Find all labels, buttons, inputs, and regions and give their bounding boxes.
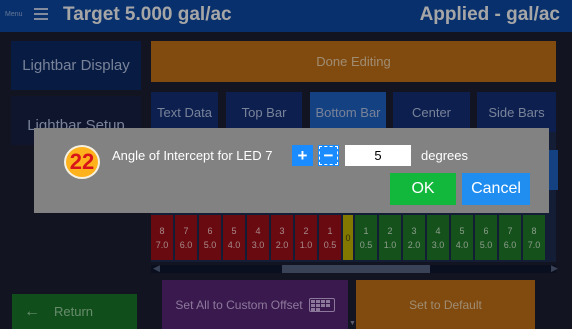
dialog-prompt: Angle of Intercept for LED 7 (112, 148, 273, 163)
increment-button[interactable]: + (292, 145, 313, 166)
step-number-badge: 22 (64, 145, 100, 179)
decrement-button[interactable]: − (318, 145, 339, 166)
cancel-button[interactable]: Cancel (462, 173, 530, 205)
angle-value-input[interactable] (345, 145, 411, 166)
ok-button[interactable]: OK (390, 173, 456, 205)
units-label: degrees (421, 148, 468, 163)
